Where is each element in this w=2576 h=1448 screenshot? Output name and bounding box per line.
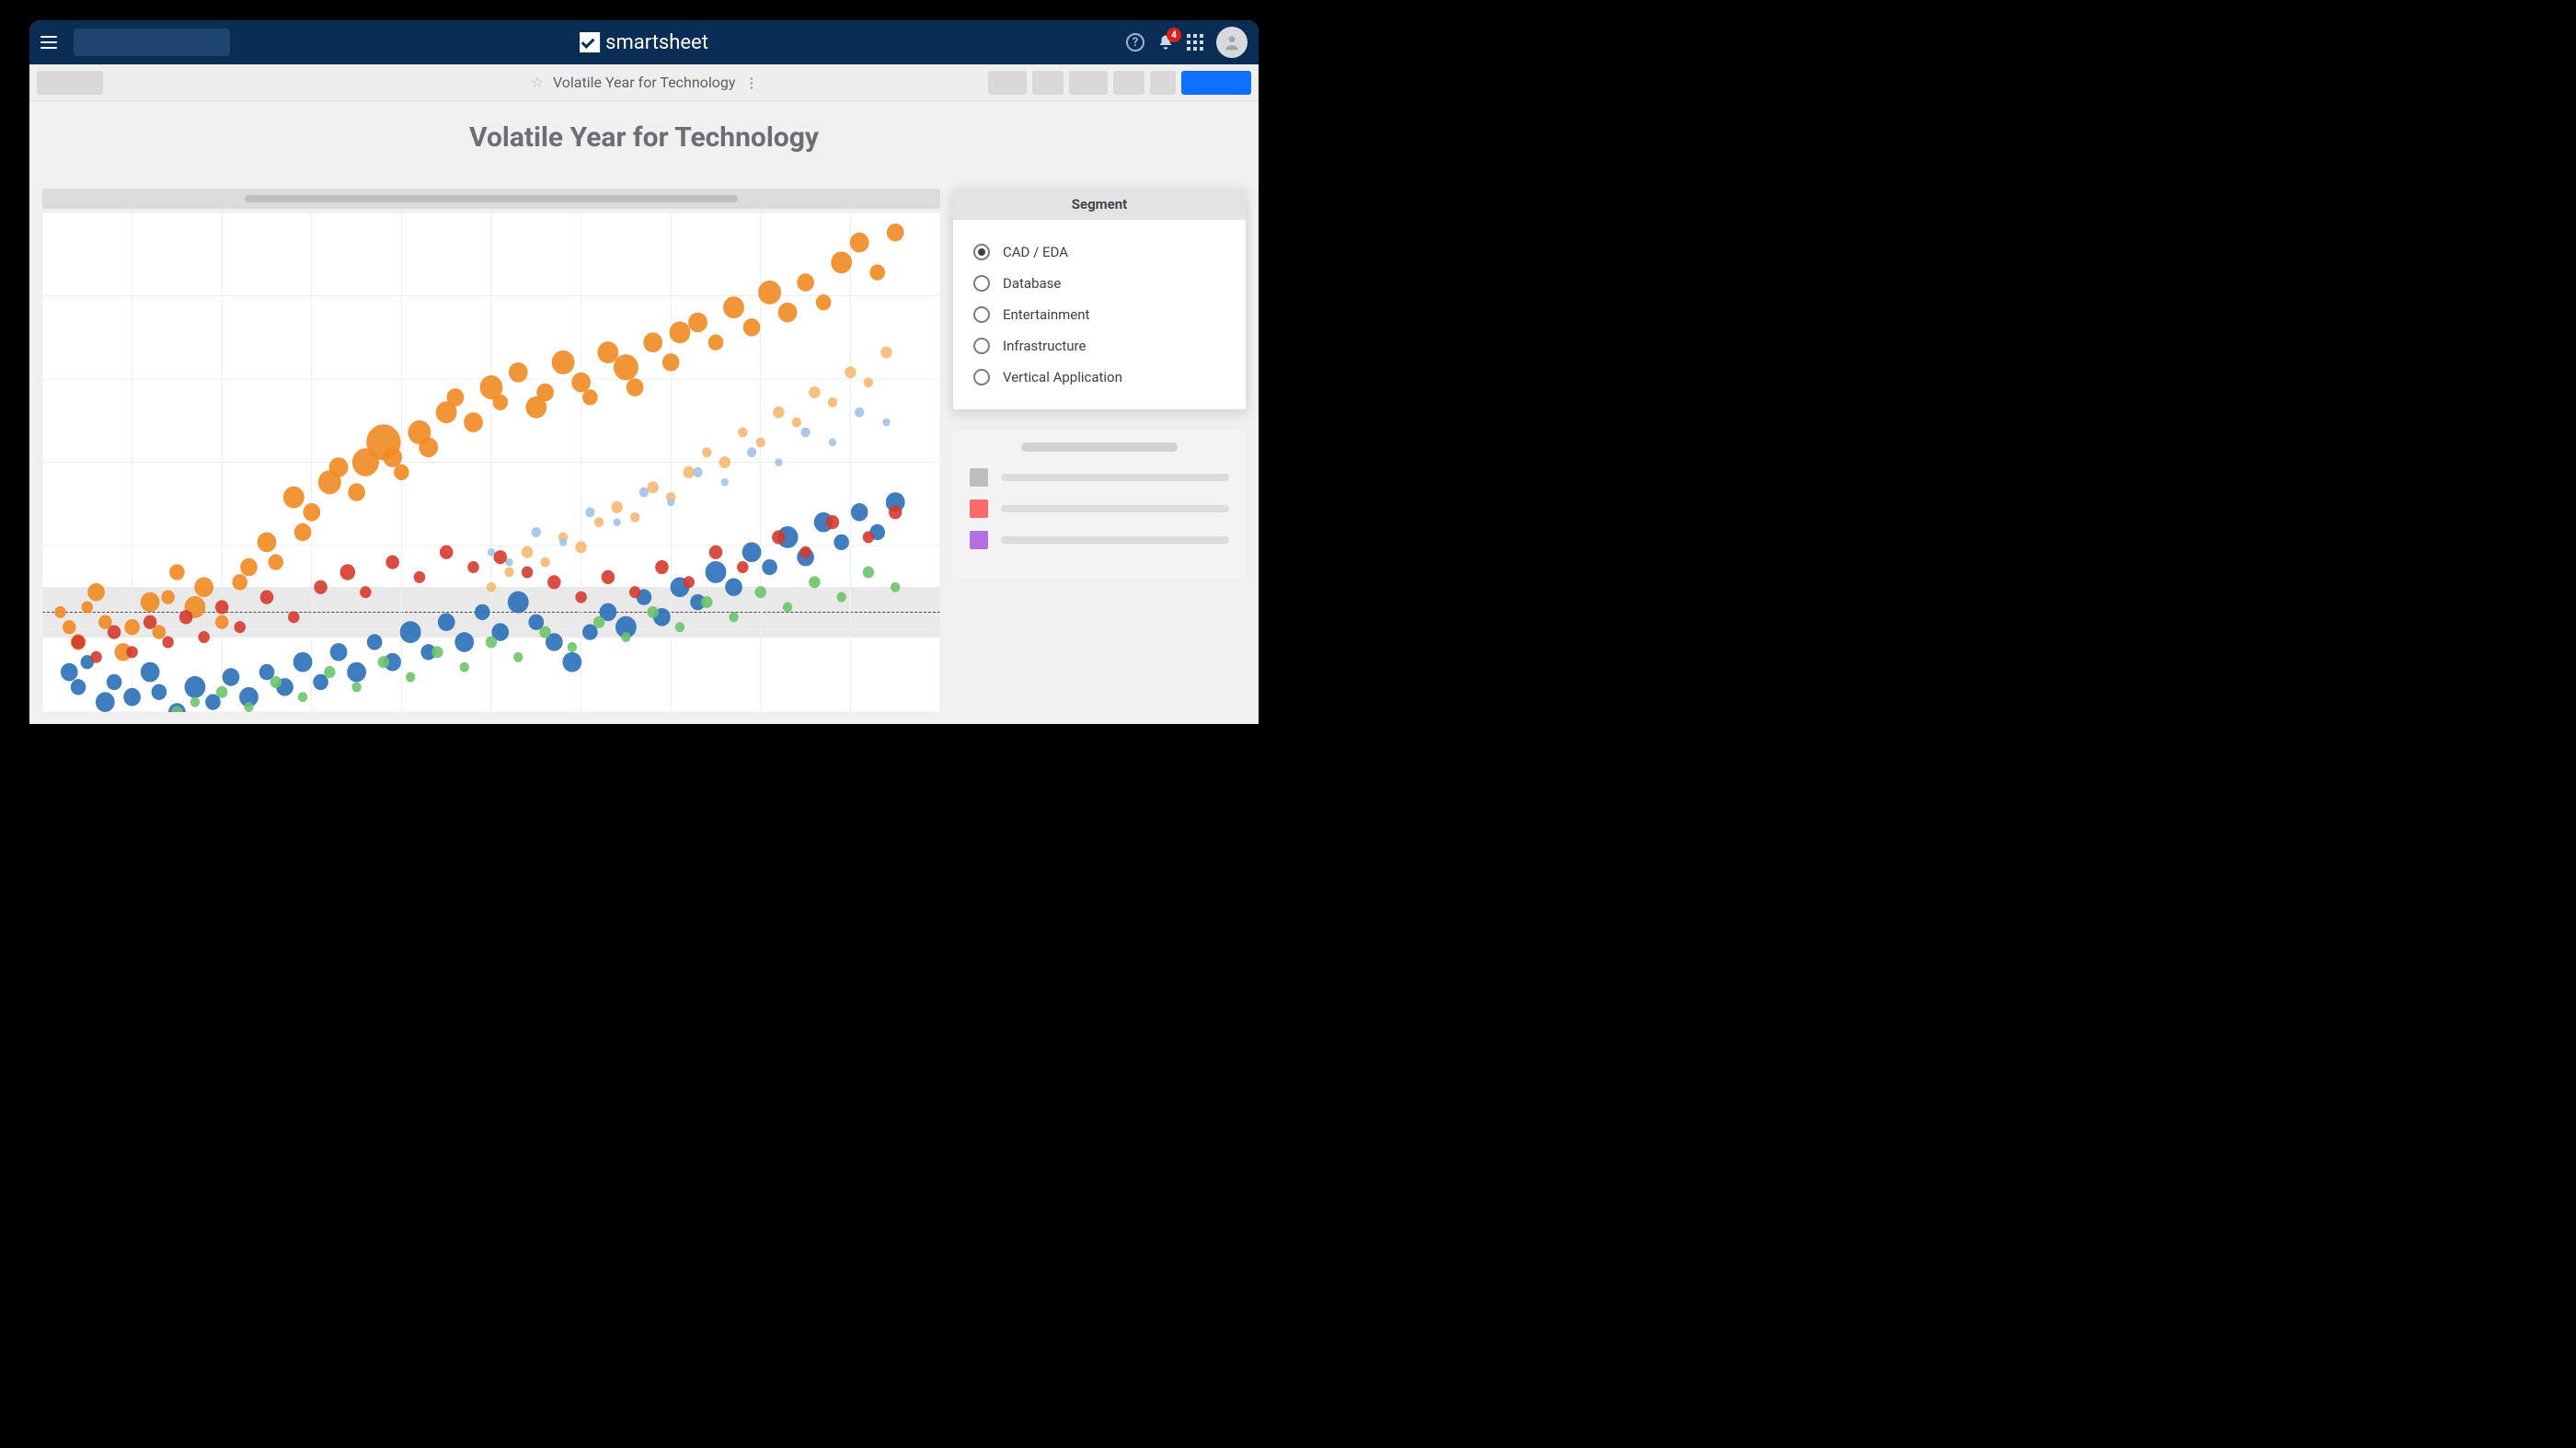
legend-label-placeholder <box>1001 536 1229 544</box>
segment-option[interactable]: Infrastructure <box>973 330 1225 362</box>
page-title: Volatile Year for Technology <box>29 121 1259 154</box>
legend-header-placeholder <box>1021 442 1177 452</box>
radio-icon <box>973 244 990 260</box>
segment-option-label: Database <box>1003 275 1061 292</box>
toolbar-btn-4[interactable] <box>1113 71 1144 95</box>
kebab-menu-icon[interactable] <box>744 75 757 91</box>
segment-panel: Segment CAD / EDA Database Entertainment In… <box>953 189 1246 409</box>
brand-logo: smartsheet <box>580 31 708 54</box>
segment-option[interactable]: Entertainment <box>973 299 1225 330</box>
notifications-button[interactable]: 4 <box>1157 34 1174 51</box>
chart-header-placeholder <box>42 189 940 209</box>
toolbar-left-placeholder[interactable] <box>37 71 103 95</box>
apps-grid-icon[interactable] <box>1187 34 1203 51</box>
segment-option-label: CAD / EDA <box>1003 244 1068 260</box>
legend-swatch <box>970 468 988 487</box>
check-logo-icon <box>580 32 600 52</box>
segment-option[interactable]: CAD / EDA <box>973 236 1225 268</box>
legend-swatch <box>970 500 988 518</box>
topbar-right: ? 4 <box>1126 27 1248 58</box>
legend-panel <box>953 430 1246 579</box>
document-title-group: ☆ Volatile Year for Technology <box>531 74 758 91</box>
legend-swatch <box>970 531 988 549</box>
help-icon[interactable]: ? <box>1126 33 1144 52</box>
topbar: smartsheet ? 4 <box>29 20 1259 64</box>
notification-badge: 4 <box>1167 28 1181 42</box>
toolbar-btn-1[interactable] <box>988 71 1027 95</box>
segment-option-label: Vertical Application <box>1003 369 1122 385</box>
chart-canvas[interactable] <box>42 213 940 712</box>
side-column: Segment CAD / EDA Database Entertainment In… <box>953 189 1246 712</box>
radio-icon <box>973 306 990 323</box>
radio-icon <box>973 369 990 385</box>
user-avatar[interactable] <box>1216 27 1248 58</box>
chart-column <box>42 189 940 712</box>
app-window: smartsheet ? 4 ☆ Volatile Year for Techn… <box>29 20 1259 724</box>
segment-option-label: Infrastructure <box>1003 338 1086 354</box>
legend-label-placeholder <box>1001 505 1229 512</box>
toolbar-btn-3[interactable] <box>1069 71 1108 95</box>
segment-panel-title: Segment <box>953 189 1246 220</box>
toolbar-btn-5[interactable] <box>1150 71 1176 95</box>
segment-option[interactable]: Database <box>973 268 1225 299</box>
scatter-chart <box>42 213 940 712</box>
brand-name: smartsheet <box>605 31 708 54</box>
legend-row <box>970 468 1229 487</box>
document-tab-title: Volatile Year for Technology <box>553 74 735 91</box>
legend-label-placeholder <box>1001 474 1229 481</box>
sub-toolbar: ☆ Volatile Year for Technology <box>29 64 1259 101</box>
hamburger-menu-icon[interactable] <box>40 31 63 53</box>
dashboard-layout: Segment CAD / EDA Database Entertainment In… <box>29 154 1259 712</box>
toolbar-right <box>988 71 1251 95</box>
toolbar-btn-2[interactable] <box>1032 71 1064 95</box>
segment-option-label: Entertainment <box>1003 306 1089 323</box>
legend-list <box>970 468 1229 549</box>
segment-option[interactable]: Vertical Application <box>973 362 1225 393</box>
legend-row <box>970 531 1229 549</box>
search-input[interactable] <box>74 29 230 56</box>
star-icon[interactable]: ☆ <box>531 74 544 91</box>
content-area: Volatile Year for Technology Segment CAD… <box>29 101 1259 724</box>
legend-row <box>970 500 1229 518</box>
primary-action-button[interactable] <box>1181 71 1251 95</box>
radio-icon <box>973 275 990 292</box>
segment-options-list: CAD / EDA Database Entertainment Infrastruc… <box>953 220 1246 409</box>
radio-icon <box>973 338 990 354</box>
